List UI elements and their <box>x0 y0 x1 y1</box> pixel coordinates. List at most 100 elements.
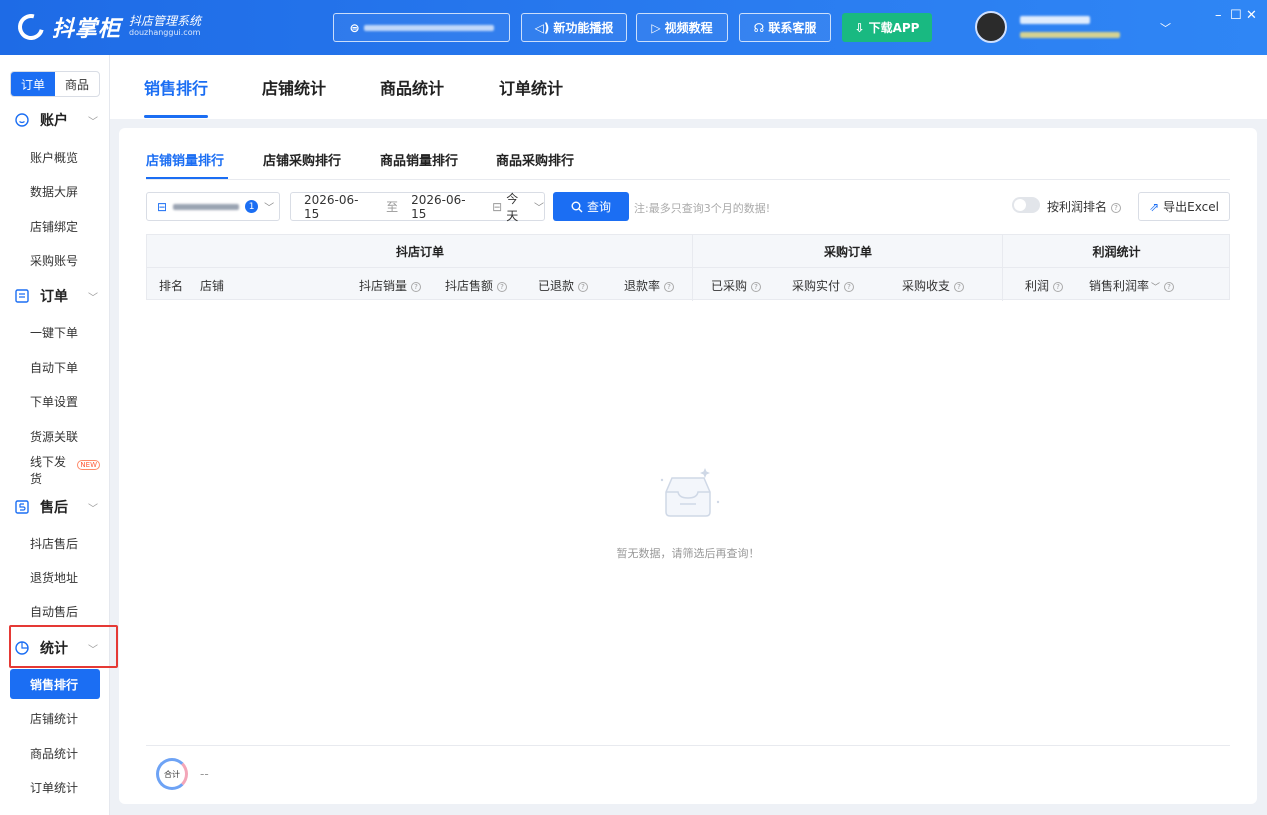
profit-rank-text: 按利润排名 <box>1047 200 1108 214</box>
date-range-preset: 今天 <box>506 191 519 223</box>
sidebar-item-order-settings[interactable]: 下单设置 <box>10 386 100 416</box>
group-header-profit: 利润统计 <box>1003 235 1230 268</box>
sidebar-group-label: 订单 <box>40 289 68 305</box>
store-icon: ⊜ <box>349 20 360 35</box>
col-purchase-paid: 采购实付? <box>792 277 855 294</box>
help-icon[interactable]: ? <box>578 281 589 292</box>
sidebar-item-product-stats[interactable]: 商品统计 <box>10 738 100 768</box>
date-range-picker[interactable]: 2026-06-15 至 2026-06-15 ⊟ 今天 ﹀ <box>290 191 545 223</box>
play-icon: ▷ <box>651 20 661 35</box>
sidebar-item-account-overview[interactable]: 账户概览 <box>10 142 100 172</box>
sidebar-item-dashboard[interactable]: 数据大屏 <box>10 176 100 206</box>
sidebar-item-purchase-account[interactable]: 采购账号 <box>10 245 100 275</box>
close-icon[interactable]: ✕ <box>1246 8 1257 23</box>
shop-name-redacted <box>173 203 240 210</box>
tab-shop-stats[interactable]: 店铺统计 <box>262 75 326 99</box>
sidebar-group-order[interactable]: 订单 ﹀ <box>10 279 102 313</box>
sidebar: 订单 商品 账户 ﹀ 账户概览 数据大屏 店铺绑定 采购账号 订单 ﹀ 一键下单… <box>0 55 110 815</box>
empty-state <box>119 464 1257 529</box>
help-icon[interactable]: ? <box>1164 281 1175 292</box>
help-icon[interactable]: ? <box>1053 281 1064 292</box>
module-switch: 订单 商品 <box>10 71 100 97</box>
empty-state-text: 暂无数据，请筛选后再查询！ <box>616 547 760 560</box>
col-rank: 排名 <box>159 279 184 293</box>
col-profit-margin[interactable]: 销售利润率 ﹀? <box>1089 277 1175 294</box>
user-menu-chevron-icon[interactable]: ﹀ <box>1160 20 1171 36</box>
user-info[interactable] <box>1020 12 1140 38</box>
sidebar-item-sales-ranking[interactable]: 销售排行 <box>10 669 100 699</box>
store-icon: ⊟ <box>157 199 168 214</box>
sidebar-item-shop-aftersale[interactable]: 抖店售后 <box>10 528 100 558</box>
sidebar-item-one-click-order[interactable]: 一键下单 <box>10 317 100 347</box>
download-icon: ⇩ <box>854 20 865 35</box>
module-tab-order[interactable]: 订单 <box>11 72 55 96</box>
group-header-purchase-orders: 采购订单 <box>693 235 1003 268</box>
profit-rank-label: 按利润排名? <box>1047 198 1122 215</box>
logo-mark-icon <box>13 9 49 45</box>
column-divider <box>692 235 693 301</box>
col-shop-sales-amount: 抖店售额? <box>445 277 508 294</box>
profit-rank-toggle[interactable] <box>1012 197 1040 213</box>
column-divider <box>1002 235 1003 301</box>
sidebar-item-shop-binding[interactable]: 店铺绑定 <box>10 211 100 241</box>
chevron-down-icon: ﹀ <box>88 117 98 128</box>
smile-icon <box>14 112 30 128</box>
sidebar-item-auto-order[interactable]: 自动下单 <box>10 352 100 382</box>
top-bar: 抖掌柜 抖店管理系统 douzhanggui.com ⊜ ◁) 新功能播报 ▷ … <box>0 0 1267 55</box>
sidebar-item-label: 线下发货 <box>30 455 67 486</box>
headset-icon: ☊ <box>753 20 765 35</box>
subtab-shop-sales-ranking[interactable]: 店铺销量排行 <box>146 150 224 169</box>
download-app-button[interactable]: ⇩ 下载APP <box>842 13 932 42</box>
help-icon[interactable]: ? <box>751 281 762 292</box>
sidebar-item-auto-aftersale[interactable]: 自动售后 <box>10 596 100 626</box>
col-shop-sales-qty: 抖店销量? <box>359 277 422 294</box>
help-icon[interactable]: ? <box>954 281 965 292</box>
maximize-icon[interactable]: ☐ <box>1230 8 1242 23</box>
sidebar-item-order-stats[interactable]: 订单统计 <box>10 772 100 802</box>
export-excel-button[interactable]: ⇗ 导出Excel <box>1138 192 1230 221</box>
tab-sales-ranking[interactable]: 销售排行 <box>144 75 208 99</box>
export-icon: ⇗ <box>1149 199 1160 214</box>
content-card: 店铺销量排行 店铺采购排行 商品销量排行 商品采购排行 ⊟ 1 ﹀ 2026-0… <box>119 128 1257 804</box>
col-purchased: 已采购? <box>711 277 762 294</box>
module-tab-product[interactable]: 商品 <box>55 72 99 96</box>
sidebar-group-label: 售后 <box>40 500 68 516</box>
sidebar-item-source-link[interactable]: 货源关联 <box>10 421 100 451</box>
user-plan-redacted <box>1020 32 1120 38</box>
sidebar-group-aftersale[interactable]: 售后 ﹀ <box>10 490 102 524</box>
new-badge: NEW <box>77 460 100 470</box>
video-tutorial-button[interactable]: ▷ 视频教程 <box>636 13 728 42</box>
shop-select[interactable]: ⊟ 1 ﹀ <box>146 192 280 221</box>
help-icon[interactable]: ? <box>411 281 422 292</box>
subtab-shop-purchase-ranking[interactable]: 店铺采购排行 <box>263 150 341 169</box>
col-profit: 利润? <box>1025 277 1064 294</box>
sort-chevron-icon: ﹀ <box>1151 283 1161 293</box>
avatar[interactable] <box>975 11 1007 43</box>
tab-order-stats[interactable]: 订单统计 <box>499 75 563 99</box>
support-button[interactable]: ☊ 联系客服 <box>739 13 831 42</box>
sidebar-item-return-address[interactable]: 退货地址 <box>10 562 100 592</box>
user-name-redacted <box>1020 16 1090 24</box>
shop-name-redacted <box>363 24 494 31</box>
sidebar-group-account[interactable]: 账户 ﹀ <box>10 103 102 137</box>
help-icon[interactable]: ? <box>664 281 675 292</box>
shop-switcher-button[interactable]: ⊜ <box>333 13 510 42</box>
subtab-product-sales-ranking[interactable]: 商品销量排行 <box>380 150 458 169</box>
empty-inbox-icon <box>660 468 720 517</box>
minimize-icon[interactable]: – <box>1215 8 1222 23</box>
new-feature-button[interactable]: ◁) 新功能播报 <box>521 13 627 42</box>
help-icon[interactable]: ? <box>497 281 508 292</box>
date-separator: 至 <box>386 200 399 214</box>
sidebar-item-offline-ship[interactable]: 线下发货 NEW <box>10 455 100 486</box>
support-label: 联系客服 <box>768 21 817 35</box>
tab-product-stats[interactable]: 商品统计 <box>380 75 444 99</box>
app-logo: 抖掌柜 抖店管理系统 douzhanggui.com <box>13 9 201 45</box>
sum-value: -- <box>200 767 209 781</box>
query-button[interactable]: 查询 <box>553 192 629 221</box>
sidebar-item-shop-stats[interactable]: 店铺统计 <box>10 703 100 733</box>
subtab-product-purchase-ranking[interactable]: 商品采购排行 <box>496 150 574 169</box>
query-note: 注:最多只查询3个月的数据! <box>634 202 771 215</box>
help-icon[interactable]: ? <box>1111 202 1122 213</box>
help-icon[interactable]: ? <box>844 281 855 292</box>
download-app-label: 下载APP <box>868 21 920 35</box>
